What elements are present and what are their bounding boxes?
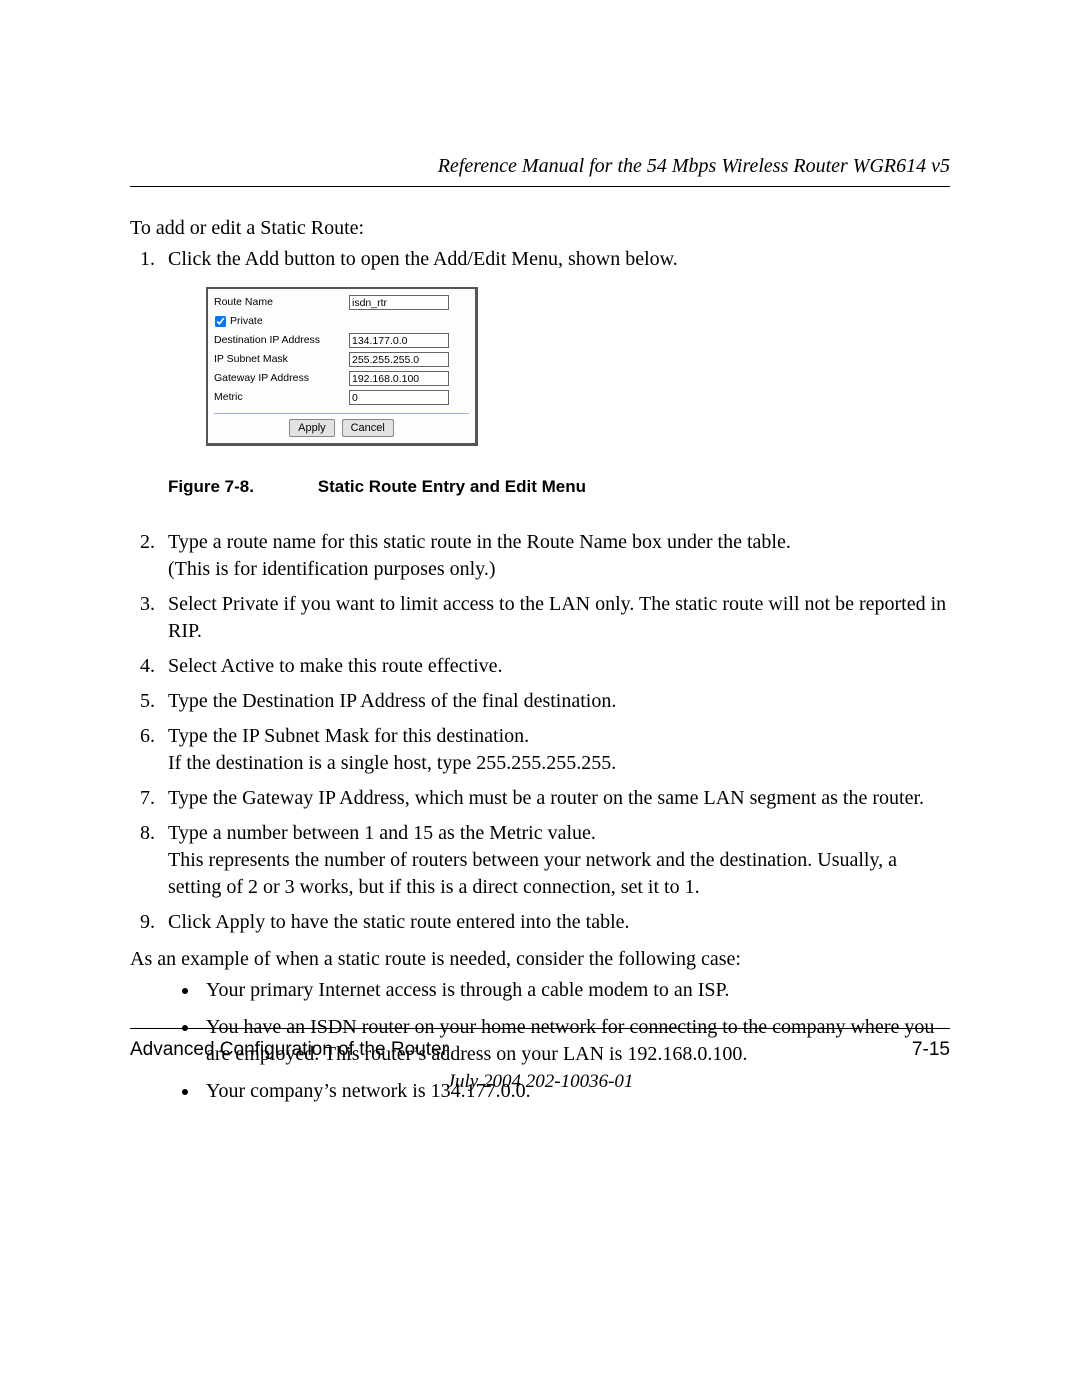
step-8: Type a number between 1 and 15 as the Me… [160, 820, 950, 901]
step-7: Type the Gateway IP Address, which must … [160, 785, 950, 812]
step-6-line2: If the destination is a single host, typ… [168, 752, 616, 774]
footer-section: Advanced Configuration of the Router [130, 1039, 448, 1061]
apply-button[interactable]: Apply [289, 419, 335, 437]
step-2: Type a route name for this static route … [160, 529, 950, 583]
dest-ip-input[interactable] [349, 333, 449, 348]
step-6: Type the IP Subnet Mask for this destina… [160, 723, 950, 777]
step-1-text: Click the Add button to open the Add/Edi… [168, 248, 678, 270]
route-name-label: Route Name [214, 295, 349, 309]
steps-list: Click the Add button to open the Add/Edi… [130, 246, 950, 936]
footer-rule [130, 1028, 950, 1029]
step-3-text: Select Private if you want to limit acce… [168, 593, 946, 642]
step-5-text: Type the Destination IP Address of the f… [168, 690, 616, 712]
page: Reference Manual for the 54 Mbps Wireles… [0, 0, 1080, 1397]
gateway-ip-input[interactable] [349, 371, 449, 386]
bullet-1: Your primary Internet access is through … [200, 977, 950, 1004]
intro-text: To add or edit a Static Route: [130, 215, 950, 242]
form-divider [214, 413, 469, 414]
example-intro: As an example of when a static route is … [130, 946, 950, 973]
step-5: Type the Destination IP Address of the f… [160, 688, 950, 715]
step-8-line1: Type a number between 1 and 15 as the Me… [168, 822, 596, 844]
step-1: Click the Add button to open the Add/Edi… [160, 246, 950, 499]
running-header: Reference Manual for the 54 Mbps Wireles… [130, 155, 950, 186]
figure-7-8: Route Name Private Destination IP Addres… [206, 287, 950, 446]
footer-page-number: 7-15 [912, 1039, 950, 1061]
private-checkbox[interactable] [215, 316, 226, 327]
gateway-ip-label: Gateway IP Address [214, 371, 349, 385]
step-9-text: Click Apply to have the static route ent… [168, 911, 630, 933]
subnet-mask-input[interactable] [349, 352, 449, 367]
footer-date: July 2004 202-10036-01 [130, 1071, 950, 1093]
step-9: Click Apply to have the static route ent… [160, 909, 950, 936]
figure-caption: Figure 7-8. Static Route Entry and Edit … [168, 476, 950, 499]
step-2-line2: (This is for identification purposes onl… [168, 558, 496, 580]
subnet-mask-label: IP Subnet Mask [214, 352, 349, 366]
metric-label: Metric [214, 390, 349, 404]
step-6-line1: Type the IP Subnet Mask for this destina… [168, 725, 529, 747]
step-3: Select Private if you want to limit acce… [160, 591, 950, 645]
private-label: Private [230, 314, 263, 328]
static-route-form: Route Name Private Destination IP Addres… [206, 287, 478, 446]
step-4-text: Select Active to make this route effecti… [168, 655, 503, 677]
figure-number: Figure 7-8. [168, 476, 313, 499]
figure-title: Static Route Entry and Edit Menu [318, 477, 586, 496]
header-rule [130, 186, 950, 187]
route-name-input[interactable] [349, 295, 449, 310]
bullet-1-text: Your primary Internet access is through … [206, 979, 729, 1001]
step-2-line1: Type a route name for this static route … [168, 531, 791, 553]
cancel-button[interactable]: Cancel [342, 419, 394, 437]
page-footer: Advanced Configuration of the Router 7-1… [130, 1028, 950, 1093]
step-7-text: Type the Gateway IP Address, which must … [168, 787, 924, 809]
step-4: Select Active to make this route effecti… [160, 653, 950, 680]
metric-input[interactable] [349, 390, 449, 405]
dest-ip-label: Destination IP Address [214, 333, 349, 347]
step-8-line2: This represents the number of routers be… [168, 849, 897, 898]
